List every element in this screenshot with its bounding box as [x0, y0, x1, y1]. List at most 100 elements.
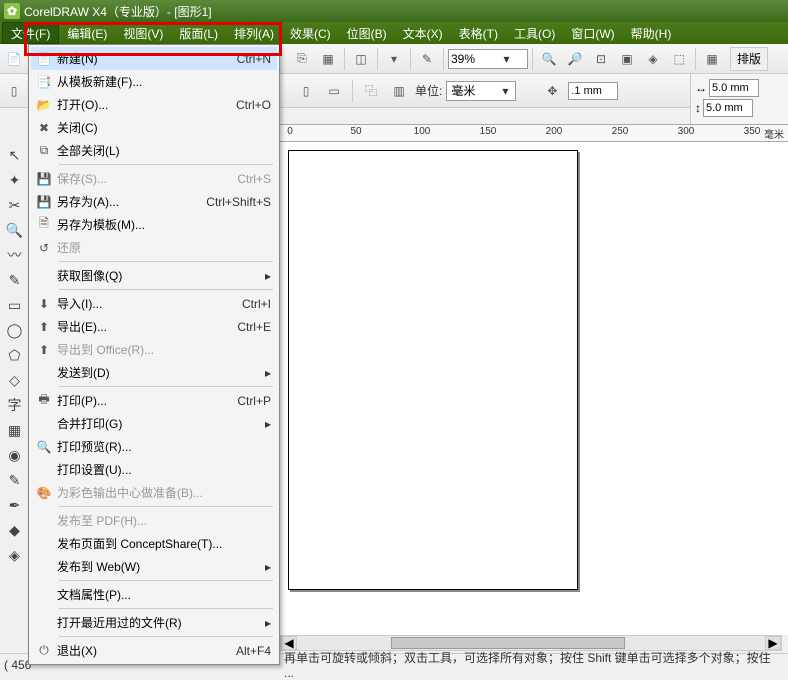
- smart-tool-icon[interactable]: ✎: [4, 269, 26, 291]
- freehand-tool-icon[interactable]: 〰: [4, 244, 26, 266]
- rectangle-tool-icon[interactable]: ▭: [4, 294, 26, 316]
- zoom-fit-button[interactable]: ⊡: [589, 47, 613, 71]
- menu-item[interactable]: ⬆导出(E)...Ctrl+E: [31, 315, 277, 338]
- orientation-landscape-icon[interactable]: ▭: [322, 79, 346, 103]
- menu-help[interactable]: 帮助(H): [623, 22, 680, 44]
- menu-item[interactable]: 合并打印(G)▸: [31, 412, 277, 435]
- dock-icon[interactable]: ▦: [700, 47, 724, 71]
- menu-item-label: 关闭(C): [57, 119, 271, 136]
- eyedropper-tool-icon[interactable]: ✎: [4, 469, 26, 491]
- text-tool-icon[interactable]: 字: [4, 394, 26, 416]
- shape-tool-icon[interactable]: ✦: [4, 169, 26, 191]
- menu-item[interactable]: 发布页面到 ConceptShare(T)...: [31, 532, 277, 555]
- pick-tool-icon[interactable]: ↖: [4, 144, 26, 166]
- tb-btn-3[interactable]: ◫: [349, 47, 373, 71]
- menu-item[interactable]: ⬇导入(I)...Ctrl+I: [31, 292, 277, 315]
- nudge-input[interactable]: [568, 82, 618, 100]
- page-layout-icon[interactable]: ⿻: [359, 79, 383, 103]
- menu-file[interactable]: 文件(F): [2, 22, 59, 44]
- menu-item[interactable]: 文档属性(P)...: [31, 583, 277, 606]
- ruler-tick: 200: [546, 126, 563, 137]
- menu-item-label: 导出到 Office(R)...: [57, 341, 271, 358]
- savetpl-icon: 🗎: [31, 214, 57, 235]
- menu-arrange[interactable]: 排列(A): [226, 22, 282, 44]
- scroll-thumb[interactable]: [391, 637, 625, 649]
- menu-item[interactable]: 📄新建(N)Ctrl+N: [31, 47, 277, 70]
- tb-btn-4[interactable]: ▾: [382, 47, 406, 71]
- basic-shapes-icon[interactable]: ◇: [4, 369, 26, 391]
- polygon-tool-icon[interactable]: ⬠: [4, 344, 26, 366]
- tb-btn-5[interactable]: ✎: [415, 47, 439, 71]
- menu-item[interactable]: 🖶打印(P)...Ctrl+P: [31, 389, 277, 412]
- menu-tools[interactable]: 工具(O): [506, 22, 563, 44]
- menu-table[interactable]: 表格(T): [451, 22, 506, 44]
- outline-tool-icon[interactable]: ✒: [4, 494, 26, 516]
- units-value: 毫米: [451, 82, 475, 99]
- status-hint: 再单击可旋转或倾斜；双击工具，可选择所有对象；按住 Shift 键单击可选择多个…: [284, 649, 784, 680]
- menu-item[interactable]: 发送到(D)▸: [31, 361, 277, 384]
- menu-item[interactable]: 🗎另存为模板(M)...: [31, 213, 277, 236]
- separator: [377, 48, 378, 70]
- layout-button[interactable]: 排版: [730, 47, 768, 71]
- menu-item[interactable]: 打印设置(U)...: [31, 458, 277, 481]
- separator: [532, 48, 533, 70]
- menu-text[interactable]: 文本(X): [395, 22, 451, 44]
- separator: [352, 80, 353, 102]
- menu-item[interactable]: ⧉全部关闭(L): [31, 139, 277, 162]
- pb-btn-1[interactable]: ▯: [2, 79, 26, 103]
- menu-item[interactable]: 打开最近用过的文件(R)▸: [31, 611, 277, 634]
- menu-item: 发布至 PDF(H)...: [31, 509, 277, 532]
- menu-edit[interactable]: 编辑(E): [59, 22, 115, 44]
- dup-y-input[interactable]: [703, 99, 753, 117]
- units-combo[interactable]: 毫米 ▾: [446, 81, 516, 101]
- canvas[interactable]: [280, 142, 768, 635]
- zoom-combo[interactable]: 39% ▾: [448, 49, 528, 69]
- menu-bitmap[interactable]: 位图(B): [339, 22, 395, 44]
- new-button[interactable]: 📄: [2, 47, 26, 71]
- orientation-portrait-icon[interactable]: ▯: [294, 79, 318, 103]
- units-label: 单位:: [415, 82, 442, 99]
- menu-item[interactable]: ✖关闭(C): [31, 116, 277, 139]
- dup-x-input[interactable]: [709, 79, 759, 97]
- menu-view[interactable]: 视图(V): [115, 22, 171, 44]
- zoom-tool-icon[interactable]: 🔍: [4, 219, 26, 241]
- table-tool-icon[interactable]: ▦: [4, 419, 26, 441]
- menu-item[interactable]: 获取图像(Q)▸: [31, 264, 277, 287]
- page[interactable]: [288, 150, 578, 590]
- menu-item[interactable]: 🔍打印预览(R)...: [31, 435, 277, 458]
- menu-item[interactable]: 📂打开(O)...Ctrl+O: [31, 93, 277, 116]
- exit-icon: ⏻: [31, 643, 57, 658]
- menu-effects[interactable]: 效果(C): [282, 22, 339, 44]
- scroll-left-icon[interactable]: ◀: [281, 636, 297, 650]
- menu-item[interactable]: ⏻退出(X)Alt+F4: [31, 639, 277, 662]
- zoom-page-button[interactable]: ▣: [615, 47, 639, 71]
- zoom-out-button[interactable]: 🔎: [563, 47, 587, 71]
- menu-window[interactable]: 窗口(W): [563, 22, 622, 44]
- menu-separator: [59, 506, 273, 507]
- blend-tool-icon[interactable]: ◉: [4, 444, 26, 466]
- menu-separator: [59, 636, 273, 637]
- menu-item[interactable]: 💾另存为(A)...Ctrl+Shift+S: [31, 190, 277, 213]
- interactive-fill-icon[interactable]: ◈: [4, 544, 26, 566]
- ellipse-tool-icon[interactable]: ◯: [4, 319, 26, 341]
- preview-icon: 🔍: [31, 440, 57, 454]
- menu-item[interactable]: 发布到 Web(W)▸: [31, 555, 277, 578]
- fill-tool-icon[interactable]: ◆: [4, 519, 26, 541]
- menu-item-label: 发送到(D): [57, 364, 261, 381]
- tb-btn-1[interactable]: ⎘: [290, 47, 314, 71]
- menu-layout[interactable]: 版面(L): [171, 22, 226, 44]
- scroll-right-icon[interactable]: ▶: [765, 636, 781, 650]
- page-layout2-icon[interactable]: ▥: [387, 79, 411, 103]
- zoom-in-button[interactable]: 🔍: [537, 47, 561, 71]
- menu-item-label: 导出(E)...: [57, 318, 237, 335]
- revert-icon: ↺: [31, 241, 57, 255]
- scroll-track[interactable]: [297, 636, 765, 650]
- menu-bar: 文件(F) 编辑(E) 视图(V) 版面(L) 排列(A) 效果(C) 位图(B…: [0, 22, 788, 44]
- close-icon: ✖: [31, 121, 57, 135]
- zoom-sel-button[interactable]: ◈: [641, 47, 665, 71]
- zoom-all-button[interactable]: ⬚: [667, 47, 691, 71]
- menu-item[interactable]: 📑从模板新建(F)...: [31, 70, 277, 93]
- ruler-unit-label: 毫米: [764, 126, 784, 141]
- tb-btn-2[interactable]: ▦: [316, 47, 340, 71]
- crop-tool-icon[interactable]: ✂: [4, 194, 26, 216]
